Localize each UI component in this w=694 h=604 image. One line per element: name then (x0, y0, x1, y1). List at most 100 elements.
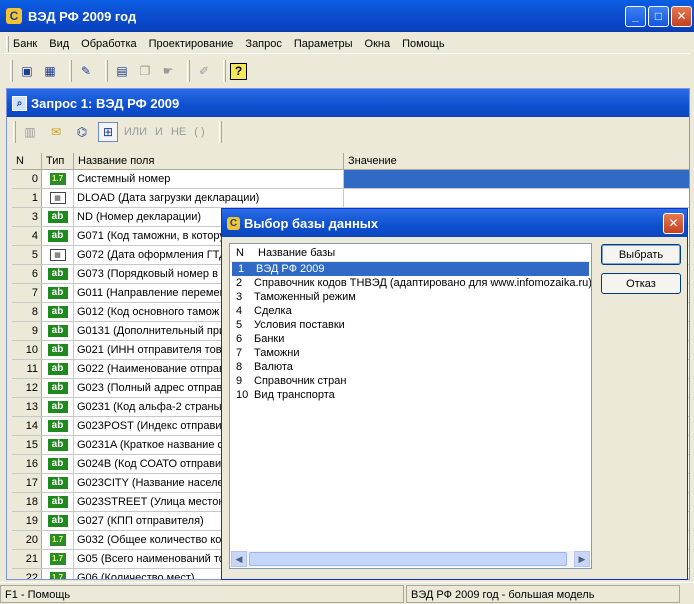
maximize-button[interactable]: □ (648, 5, 669, 27)
row-number: 12 (12, 379, 42, 397)
field-type-cell: ab (42, 436, 74, 454)
row-number: 6 (12, 265, 42, 283)
operator-icon[interactable]: ⊞ (98, 122, 118, 142)
col-type-header[interactable]: Тип (42, 153, 74, 169)
row-number: 21 (12, 550, 42, 568)
col-name-header[interactable]: Название поля (74, 153, 344, 169)
menu-view[interactable]: Вид (49, 38, 69, 50)
menu-windows[interactable]: Окна (365, 38, 391, 50)
edit-icon[interactable]: ✎ (76, 61, 96, 81)
toolbar-grip (13, 121, 16, 143)
row-number: 3 (12, 208, 42, 226)
binoculars-icon[interactable]: ⌬ (72, 122, 92, 142)
field-type-cell: ab (42, 379, 74, 397)
dialog-close-button[interactable]: ✕ (663, 212, 684, 234)
open-bank-icon[interactable]: ▣ (17, 61, 37, 81)
string-type-icon: ab (47, 477, 68, 489)
menu-bank[interactable]: Банк (13, 38, 37, 50)
list-item[interactable]: 1 ВЭД РФ 2009 (232, 262, 589, 276)
db-number: 6 (236, 333, 243, 345)
field-type-cell: ab (42, 398, 74, 416)
col-value-header[interactable]: Значение (344, 153, 689, 169)
open-query-icon[interactable]: ▦ (40, 61, 60, 81)
query-window-title-bar[interactable]: ⌕ Запрос 1: ВЭД РФ 2009 (7, 89, 689, 117)
row-number: 10 (12, 341, 42, 359)
list-item[interactable]: 7 Таможни (230, 346, 591, 360)
row-number: 19 (12, 512, 42, 530)
list-item[interactable]: 9 Справочник стран (230, 374, 591, 388)
db-number: 9 (236, 375, 243, 387)
grid-header: N Тип Название поля Значение (12, 153, 689, 170)
field-type-cell: ab (42, 303, 74, 321)
scroll-right-icon[interactable]: ▶ (574, 551, 590, 567)
menu-query[interactable]: Запрос (245, 38, 281, 50)
close-button[interactable]: ✕ (671, 5, 692, 27)
list-item[interactable]: 2 Справочник кодов ТНВЭД (адаптировано дл… (230, 276, 591, 290)
db-col-n-header[interactable]: N (230, 244, 254, 261)
number-type-icon: 1.7 (49, 534, 66, 546)
scroll-track[interactable] (247, 551, 574, 567)
db-number: 10 (236, 389, 249, 401)
db-name: Сделка (254, 305, 292, 317)
row-number: 16 (12, 455, 42, 473)
op-paren[interactable]: ( ) (194, 126, 204, 138)
help-icon[interactable]: ? (230, 62, 247, 80)
field-type-cell: ab (42, 227, 74, 245)
table-row[interactable]: 0 1.7 Системный номер (12, 170, 689, 189)
string-type-icon: ab (47, 401, 68, 413)
field-value-cell[interactable] (344, 189, 689, 207)
string-type-icon: ab (47, 496, 68, 508)
status-model: ВЭД РФ 2009 год - большая модель (406, 584, 680, 603)
menu-design[interactable]: Проектирование (149, 38, 234, 50)
table-row[interactable]: 1 ▦ DLOAD (Дата загрузки декларации) (12, 189, 689, 208)
op-or[interactable]: ИЛИ (124, 126, 147, 138)
row-number: 14 (12, 417, 42, 435)
list-item[interactable]: 6 Банки (230, 332, 591, 346)
op-not[interactable]: НЕ (171, 126, 186, 138)
field-type-cell: ab (42, 512, 74, 530)
op-and[interactable]: И (155, 126, 163, 138)
col-n-header[interactable]: N (12, 153, 42, 169)
copy-icon[interactable]: ❐ (135, 61, 155, 81)
field-name: DLOAD (Дата загрузки декларации) (74, 189, 344, 207)
db-list-hscrollbar[interactable]: ◀ ▶ (231, 551, 590, 567)
book-icon[interactable]: ▥ (20, 122, 40, 142)
db-number: 1 (238, 263, 245, 275)
row-number: 20 (12, 531, 42, 549)
menu-processing[interactable]: Обработка (81, 38, 136, 50)
field-type-cell: ▦ (42, 246, 74, 264)
toolbar-separator (69, 60, 72, 82)
scroll-thumb[interactable] (249, 552, 567, 566)
field-value-cell[interactable] (344, 170, 689, 188)
minimize-button[interactable]: _ (625, 5, 646, 27)
menu-parameters[interactable]: Параметры (294, 38, 353, 50)
scroll-left-icon[interactable]: ◀ (231, 551, 247, 567)
main-title-bar[interactable]: C ВЭД РФ 2009 год _ □ ✕ (0, 0, 694, 32)
list-item[interactable]: 4 Сделка (230, 304, 591, 318)
db-number: 3 (236, 291, 243, 303)
field-type-cell: ab (42, 341, 74, 359)
list-item[interactable]: 5 Условия поставки (230, 318, 591, 332)
select-button[interactable]: Выбрать (601, 244, 681, 265)
db-name: Справочник кодов ТНВЭД (адаптировано для… (254, 277, 591, 289)
db-number: 8 (236, 361, 243, 373)
dialog-icon: C (227, 216, 240, 230)
number-type-icon: 1.7 (49, 572, 66, 579)
list-item[interactable]: 8 Валюта (230, 360, 591, 374)
list-item[interactable]: 10 Вид транспорта (230, 388, 591, 402)
db-name: Таможенный режим (254, 291, 356, 303)
string-type-icon: ab (47, 344, 68, 356)
db-list-body: 1 ВЭД РФ 2009 2 Справочник кодов ТНВЭД (ада… (230, 262, 591, 402)
toolbar-grip (10, 60, 13, 82)
field-type-cell: ab (42, 493, 74, 511)
dialog-title-bar[interactable]: C Выбор базы данных ✕ (222, 209, 687, 237)
pencil-icon[interactable]: ✐ (194, 61, 214, 81)
menu-help[interactable]: Помощь (402, 38, 445, 50)
list-item[interactable]: 3 Таможенный режим (230, 290, 591, 304)
report-icon[interactable]: ▤ (112, 61, 132, 81)
db-col-name-header[interactable]: Название базы (254, 244, 335, 261)
pointer-icon[interactable]: ☛ (158, 61, 178, 81)
scroll-icon[interactable]: ✉ (46, 122, 66, 142)
cancel-button[interactable]: Отказ (601, 273, 681, 294)
field-type-cell: 1.7 (42, 569, 74, 579)
